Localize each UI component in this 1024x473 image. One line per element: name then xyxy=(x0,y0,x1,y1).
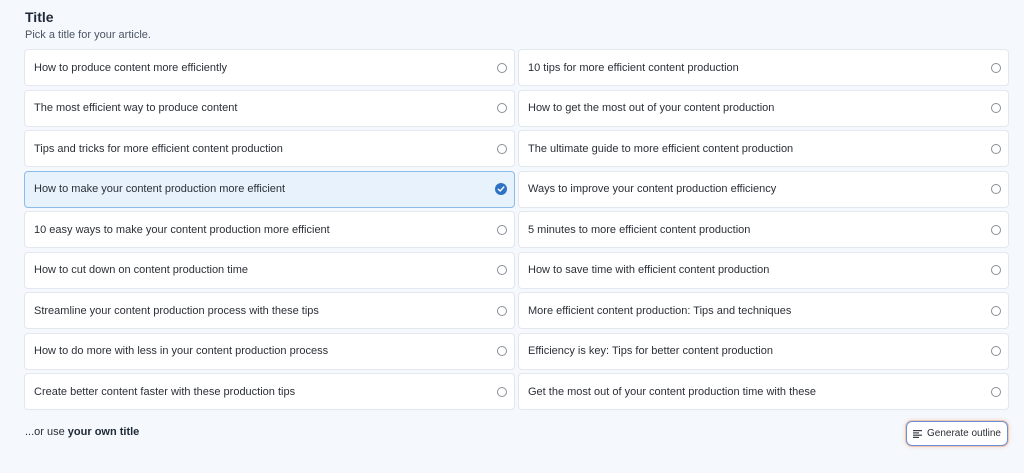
radio-empty-icon[interactable] xyxy=(991,386,1001,397)
title-option-label: Efficiency is key: Tips for better conte… xyxy=(528,345,773,357)
generate-outline-label: Generate outline xyxy=(927,428,1001,439)
title-option[interactable]: Efficiency is key: Tips for better conte… xyxy=(518,332,1009,370)
title-option-label: Streamline your content production proce… xyxy=(34,304,319,317)
title-option[interactable]: The ultimate guide to more efficient con… xyxy=(518,130,1009,167)
title-option[interactable]: 5 minutes to more efficient content prod… xyxy=(518,211,1009,248)
radio-empty-icon[interactable] xyxy=(497,346,507,356)
title-option[interactable]: The most efficient way to produce conten… xyxy=(24,89,515,127)
title-option[interactable]: How to do more with less in your content… xyxy=(24,332,515,370)
title-picker-panel: Title Pick a title for your article. How… xyxy=(0,0,1024,473)
generate-outline-button[interactable]: Generate outline xyxy=(906,421,1008,446)
title-option-label: Tips and tricks for more efficient conte… xyxy=(34,142,283,155)
radio-empty-icon[interactable] xyxy=(991,184,1001,194)
title-option[interactable]: Create better content faster with these … xyxy=(24,373,515,410)
title-option[interactable]: Ways to improve your content production … xyxy=(518,170,1009,208)
title-option-label: How to do more with less in your content… xyxy=(34,345,329,357)
title-option-label: How to save time with efficient content … xyxy=(528,264,770,276)
section-subtitle: Pick a title for your article. xyxy=(25,29,151,41)
radio-empty-icon[interactable] xyxy=(497,62,507,73)
title-option-label: How to produce content more efficiently xyxy=(34,61,228,74)
radio-empty-icon[interactable] xyxy=(991,265,1001,275)
title-option-label: Get the most out of your content product… xyxy=(528,385,816,398)
title-option[interactable]: How to produce content more efficiently xyxy=(24,49,515,86)
radio-empty-icon[interactable] xyxy=(991,346,1001,356)
own-title-prefix: ...or use xyxy=(25,426,68,438)
radio-empty-icon[interactable] xyxy=(991,143,1001,154)
radio-empty-icon[interactable] xyxy=(991,103,1001,113)
list-align-left-icon xyxy=(913,429,923,438)
radio-checked-icon[interactable] xyxy=(495,183,507,195)
title-option-label: 10 tips for more efficient content produ… xyxy=(528,61,739,74)
title-options-grid: How to produce content more efficiently 1… xyxy=(24,49,1009,410)
title-option[interactable]: Tips and tricks for more efficient conte… xyxy=(24,130,515,167)
radio-empty-icon[interactable] xyxy=(497,265,507,275)
title-option-label: The ultimate guide to more efficient con… xyxy=(528,142,794,155)
title-option[interactable]: 10 tips for more efficient content produ… xyxy=(518,49,1009,86)
radio-empty-icon[interactable] xyxy=(991,305,1001,316)
radio-empty-icon[interactable] xyxy=(497,103,507,113)
title-option-label: How to cut down on content production ti… xyxy=(34,264,249,276)
title-option[interactable]: How to save time with efficient content … xyxy=(518,251,1009,289)
title-option[interactable]: Get the most out of your content product… xyxy=(518,373,1009,410)
title-option-label: How to get the most out of your content … xyxy=(528,102,775,114)
section-title: Title xyxy=(25,9,54,25)
radio-empty-icon[interactable] xyxy=(497,143,507,154)
title-option-label: How to make your content production more… xyxy=(34,183,286,195)
own-title-link[interactable]: your own title xyxy=(68,426,140,438)
radio-empty-icon[interactable] xyxy=(991,224,1001,235)
radio-empty-icon[interactable] xyxy=(497,305,507,316)
own-title-prompt: ...or use your own title xyxy=(25,426,139,438)
radio-empty-icon[interactable] xyxy=(497,224,507,235)
title-option-label: Ways to improve your content production … xyxy=(528,183,777,195)
radio-empty-icon[interactable] xyxy=(991,62,1001,73)
title-option[interactable]: 10 easy ways to make your content produc… xyxy=(24,211,515,248)
title-option[interactable]: How to make your content production more… xyxy=(24,170,515,208)
radio-empty-icon[interactable] xyxy=(497,386,507,397)
title-option[interactable]: How to get the most out of your content … xyxy=(518,89,1009,127)
title-option-label: More efficient content production: Tips … xyxy=(528,304,792,317)
title-option-label: Create better content faster with these … xyxy=(34,385,296,398)
title-option[interactable]: How to cut down on content production ti… xyxy=(24,251,515,289)
title-option-label: 5 minutes to more efficient content prod… xyxy=(528,223,751,236)
title-option[interactable]: Streamline your content production proce… xyxy=(24,292,515,329)
title-option-label: 10 easy ways to make your content produc… xyxy=(34,223,330,236)
title-option[interactable]: More efficient content production: Tips … xyxy=(518,292,1009,329)
title-option-label: The most efficient way to produce conten… xyxy=(34,102,238,114)
